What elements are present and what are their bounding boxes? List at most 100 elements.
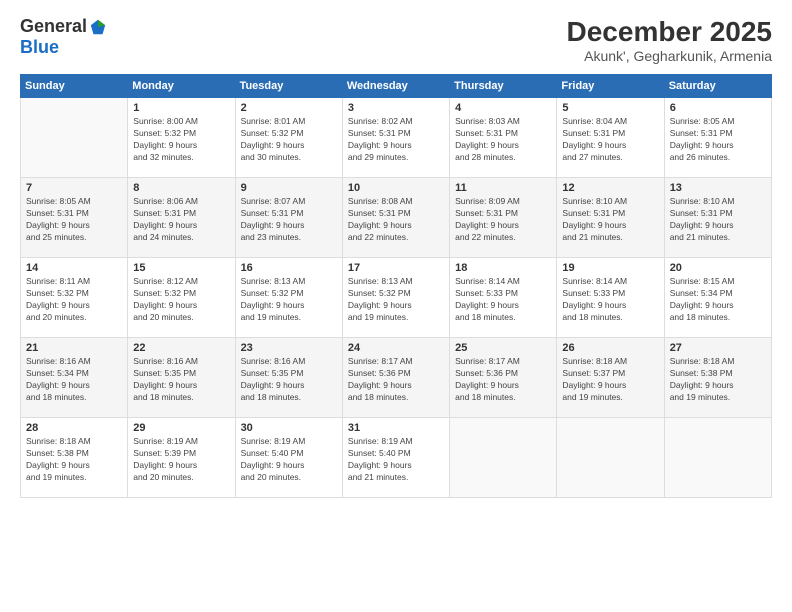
day-number: 12	[562, 182, 658, 194]
calendar-cell	[21, 98, 128, 178]
day-info-line: Sunset: 5:31 PM	[670, 208, 766, 220]
day-info-line: Daylight: 9 hours	[670, 140, 766, 152]
day-info-line: Sunrise: 8:14 AM	[562, 276, 658, 288]
logo: General Blue	[20, 16, 107, 58]
day-info: Sunrise: 8:17 AMSunset: 5:36 PMDaylight:…	[455, 356, 551, 404]
day-info-line: Sunrise: 8:02 AM	[348, 116, 444, 128]
calendar-cell: 29Sunrise: 8:19 AMSunset: 5:39 PMDayligh…	[128, 418, 235, 498]
day-info-line: Sunrise: 8:06 AM	[133, 196, 229, 208]
day-info-line: Sunrise: 8:01 AM	[241, 116, 337, 128]
day-info-line: and 20 minutes.	[26, 312, 122, 324]
weekday-header-thursday: Thursday	[450, 75, 557, 98]
day-info-line: Daylight: 9 hours	[26, 380, 122, 392]
day-info-line: Sunrise: 8:09 AM	[455, 196, 551, 208]
day-info-line: and 32 minutes.	[133, 152, 229, 164]
day-number: 16	[241, 262, 337, 274]
day-info-line: and 18 minutes.	[348, 392, 444, 404]
calendar-cell: 9Sunrise: 8:07 AMSunset: 5:31 PMDaylight…	[235, 178, 342, 258]
day-info: Sunrise: 8:11 AMSunset: 5:32 PMDaylight:…	[26, 276, 122, 324]
day-info-line: Sunrise: 8:19 AM	[133, 436, 229, 448]
day-info-line: Daylight: 9 hours	[562, 300, 658, 312]
header: General Blue December 2025 Akunk', Gegha…	[20, 16, 772, 64]
day-info-line: Daylight: 9 hours	[455, 380, 551, 392]
day-info-line: Daylight: 9 hours	[26, 300, 122, 312]
day-info-line: Sunset: 5:31 PM	[455, 128, 551, 140]
day-info: Sunrise: 8:07 AMSunset: 5:31 PMDaylight:…	[241, 196, 337, 244]
calendar-cell: 18 Sunrise: 8:14 AMSunset: 5:33 PMDayligh…	[450, 258, 557, 338]
day-info-line: and 30 minutes.	[241, 152, 337, 164]
day-info-line: Sunrise: 8:18 AM	[26, 436, 122, 448]
day-info-line: Sunrise: 8:19 AM	[241, 436, 337, 448]
day-info-line: Daylight: 9 hours	[562, 380, 658, 392]
day-info-line: Sunrise: 8:13 AM	[348, 276, 444, 288]
day-info: Sunrise: 8:19 AMSunset: 5:40 PMDaylight:…	[348, 436, 444, 484]
day-number: 29	[133, 422, 229, 434]
weekday-header-friday: Friday	[557, 75, 664, 98]
day-info: Sunrise: 8:15 AMSunset: 5:34 PMDaylight:…	[670, 276, 766, 324]
title-section: December 2025 Akunk', Gegharkunik, Armen…	[567, 16, 772, 64]
day-info-line: and 29 minutes.	[348, 152, 444, 164]
day-info: Sunrise: 8:03 AMSunset: 5:31 PMDaylight:…	[455, 116, 551, 164]
day-info: Sunrise: 8:13 AMSunset: 5:32 PMDaylight:…	[241, 276, 337, 324]
day-info-line: Sunset: 5:31 PM	[348, 208, 444, 220]
day-info-line: and 22 minutes.	[455, 232, 551, 244]
day-info-line: Sunset: 5:32 PM	[348, 288, 444, 300]
calendar-cell: 14Sunrise: 8:11 AMSunset: 5:32 PMDayligh…	[21, 258, 128, 338]
calendar-cell: 25Sunrise: 8:17 AMSunset: 5:36 PMDayligh…	[450, 338, 557, 418]
day-number: 18	[455, 262, 551, 274]
day-info-line: Daylight: 9 hours	[455, 300, 551, 312]
day-info-line: Sunset: 5:34 PM	[26, 368, 122, 380]
day-info-line: Sunrise: 8:00 AM	[133, 116, 229, 128]
calendar-cell	[557, 418, 664, 498]
day-info-line: Sunset: 5:31 PM	[455, 208, 551, 220]
day-info-line: and 19 minutes.	[348, 312, 444, 324]
day-info-line: Daylight: 9 hours	[562, 220, 658, 232]
day-info-line: Sunrise: 8:10 AM	[670, 196, 766, 208]
calendar-week-row: 7Sunrise: 8:05 AMSunset: 5:31 PMDaylight…	[21, 178, 772, 258]
calendar-cell: 7Sunrise: 8:05 AMSunset: 5:31 PMDaylight…	[21, 178, 128, 258]
day-info: Sunrise: 8:14 AMSunset: 5:33 PMDaylight:…	[455, 276, 551, 324]
day-number: 28	[26, 422, 122, 434]
day-number: 4	[455, 102, 551, 114]
month-title: December 2025	[567, 16, 772, 48]
day-info-line: and 18 minutes.	[455, 312, 551, 324]
calendar-week-row: 14Sunrise: 8:11 AMSunset: 5:32 PMDayligh…	[21, 258, 772, 338]
day-info-line: Daylight: 9 hours	[670, 220, 766, 232]
day-info-line: Sunrise: 8:18 AM	[670, 356, 766, 368]
calendar-cell: 12Sunrise: 8:10 AMSunset: 5:31 PMDayligh…	[557, 178, 664, 258]
day-info: Sunrise: 8:08 AMSunset: 5:31 PMDaylight:…	[348, 196, 444, 244]
day-info: Sunrise: 8:16 AMSunset: 5:35 PMDaylight:…	[241, 356, 337, 404]
day-info: Sunrise: 8:13 AMSunset: 5:32 PMDaylight:…	[348, 276, 444, 324]
calendar-cell: 26Sunrise: 8:18 AMSunset: 5:37 PMDayligh…	[557, 338, 664, 418]
calendar-cell: 19Sunrise: 8:14 AMSunset: 5:33 PMDayligh…	[557, 258, 664, 338]
calendar-cell: 6Sunrise: 8:05 AMSunset: 5:31 PMDaylight…	[664, 98, 771, 178]
day-info-line: Sunrise: 8:11 AM	[26, 276, 122, 288]
day-info-line: and 20 minutes.	[133, 472, 229, 484]
day-info: Sunrise: 8:17 AMSunset: 5:36 PMDaylight:…	[348, 356, 444, 404]
calendar-cell: 24Sunrise: 8:17 AMSunset: 5:36 PMDayligh…	[342, 338, 449, 418]
day-info-line: Sunset: 5:35 PM	[241, 368, 337, 380]
calendar-cell	[664, 418, 771, 498]
day-info-line: Sunrise: 8:16 AM	[26, 356, 122, 368]
day-info-line: Daylight: 9 hours	[133, 460, 229, 472]
day-number: 27	[670, 342, 766, 354]
day-info-line: and 18 minutes.	[455, 392, 551, 404]
day-info-line: Sunset: 5:32 PM	[241, 288, 337, 300]
day-number: 17	[348, 262, 444, 274]
day-info-line: Sunset: 5:31 PM	[26, 208, 122, 220]
day-info-line: and 22 minutes.	[348, 232, 444, 244]
day-info-line: Sunrise: 8:12 AM	[133, 276, 229, 288]
day-info: Sunrise: 8:04 AMSunset: 5:31 PMDaylight:…	[562, 116, 658, 164]
weekday-header-monday: Monday	[128, 75, 235, 98]
day-info-line: and 24 minutes.	[133, 232, 229, 244]
logo-text: General	[20, 16, 107, 37]
day-info-line: Sunrise: 8:15 AM	[670, 276, 766, 288]
day-info: Sunrise: 8:16 AMSunset: 5:34 PMDaylight:…	[26, 356, 122, 404]
calendar-cell: 11Sunrise: 8:09 AMSunset: 5:31 PMDayligh…	[450, 178, 557, 258]
day-number: 26	[562, 342, 658, 354]
day-number: 19	[562, 262, 658, 274]
day-info-line: Sunset: 5:38 PM	[670, 368, 766, 380]
day-info-line: Daylight: 9 hours	[455, 140, 551, 152]
day-info-line: Sunrise: 8:18 AM	[562, 356, 658, 368]
day-info-line: Daylight: 9 hours	[241, 460, 337, 472]
